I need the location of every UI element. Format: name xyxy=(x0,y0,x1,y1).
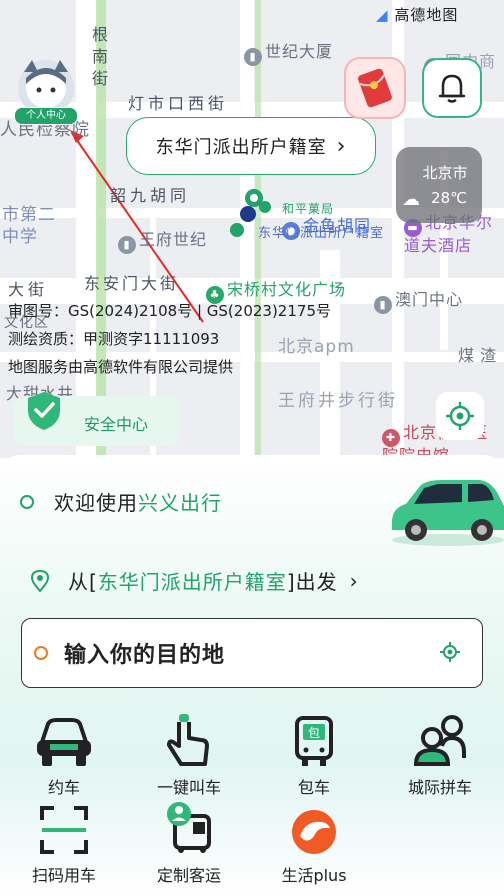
service-life-plus[interactable]: 生活plus xyxy=(264,800,364,886)
building-pin-icon: ▮ xyxy=(118,236,136,254)
custom-bus-icon xyxy=(167,802,211,853)
weather-temp: ☁ 28℃ xyxy=(402,189,467,210)
bus-icon: 包 xyxy=(295,716,333,766)
street-label: 根南街 xyxy=(92,25,109,88)
weather-city: 北京市 xyxy=(422,164,468,182)
service-label: 生活plus xyxy=(281,866,347,885)
poi-label: 东华门派出所户籍室 xyxy=(258,226,385,241)
building-pin-icon: ▮ xyxy=(374,296,392,314)
service-scan-ride[interactable]: 扫码用车 xyxy=(14,800,114,886)
location-pin-icon xyxy=(30,569,50,592)
red-envelope-icon xyxy=(358,68,392,108)
service-label: 扫码用车 xyxy=(31,866,96,885)
group-icon xyxy=(413,715,466,766)
tap-hand-icon xyxy=(167,714,209,766)
poi-label[interactable]: 北京apm xyxy=(278,332,355,357)
location-bubble[interactable]: 东华门派出所户籍室 › xyxy=(126,117,376,175)
safety-center-label: 安全中心 xyxy=(84,415,149,434)
street-label: 灯市口西街 xyxy=(128,94,229,113)
origin-place: 东华门派出所户籍室 xyxy=(97,570,287,594)
street-label: 东安门大街 xyxy=(84,274,180,293)
map-copyright-line: 审图号：GS(2024)2108号 | GS(2023)2175号 xyxy=(8,302,331,320)
service-label: 约车 xyxy=(47,778,80,797)
poi-label[interactable]: 王府井步行街 xyxy=(278,386,398,411)
red-envelope-button[interactable] xyxy=(344,57,406,119)
crosshair-icon xyxy=(446,402,474,430)
service-intercity-carpool[interactable]: 城际拼车 xyxy=(390,712,490,798)
map-logo: ◢ 高德地图 xyxy=(376,6,459,24)
service-label: 包车 xyxy=(297,778,330,797)
notification-button[interactable] xyxy=(422,58,482,118)
poi-label[interactable]: ▮ 王府世纪 xyxy=(118,226,207,254)
service-ride[interactable]: 约车 xyxy=(14,712,114,798)
svg-text:包: 包 xyxy=(308,726,320,740)
safety-center-button[interactable]: 安全中心 xyxy=(14,392,180,446)
bell-icon xyxy=(438,74,466,103)
chevron-right-icon: › xyxy=(349,568,359,593)
map-copyright-line: 测绘资质：甲测资字11111093 xyxy=(8,330,220,348)
location-bubble-label: 东华门派出所户籍室 xyxy=(155,137,327,158)
service-label: 定制客运 xyxy=(156,866,221,885)
service-custom-transit[interactable]: 定制客运 xyxy=(139,800,239,886)
dolphin-icon xyxy=(292,810,336,854)
poi-label: 煤渣 xyxy=(458,346,503,365)
poi-label[interactable]: ▮ 澳门中心 xyxy=(374,286,463,314)
destination-ring-icon xyxy=(34,646,48,660)
personal-center-badge[interactable]: 个人中心 xyxy=(14,107,78,125)
car-icon xyxy=(37,718,91,766)
destination-input[interactable]: 输入你的目的地 xyxy=(21,618,483,688)
service-label: 城际拼车 xyxy=(407,778,472,797)
map-view[interactable]: ▮世纪大厦 ▮国中商 ▮王府世纪 ●金鱼胡同 ▬北京华尔道夫酒店 ♣宋桥村文化广… xyxy=(0,0,504,458)
brand-name: 兴义出行 xyxy=(138,491,222,515)
service-one-tap-call[interactable]: 一键叫车 xyxy=(139,712,239,798)
chevron-right-icon: › xyxy=(336,133,347,159)
cloud-icon: ☁ xyxy=(402,189,420,210)
car-illustration-icon xyxy=(392,480,504,546)
status-ring-icon xyxy=(20,494,34,509)
hospital-pin-icon: ✚ xyxy=(382,429,400,447)
shield-check-icon xyxy=(28,392,60,430)
street-label: 韶九胡同 xyxy=(110,186,191,205)
building-pin-icon: ▮ xyxy=(244,48,262,66)
target-icon[interactable] xyxy=(440,642,460,662)
origin-selector[interactable]: 从[东华门派出所户籍室]出发 › xyxy=(30,566,359,595)
service-charter[interactable]: 包 包车 xyxy=(264,712,364,798)
service-label: 一键叫车 xyxy=(156,778,221,797)
poi-label: 和平菓局 xyxy=(282,202,335,216)
poi-label[interactable]: ▮ 世纪大厦 xyxy=(244,38,333,66)
destination-placeholder: 输入你的目的地 xyxy=(64,643,226,668)
map-copyright-line: 地图服务由高德软件有限公司提供 xyxy=(8,358,234,376)
street-label: 大街 xyxy=(8,280,49,299)
weather-widget[interactable]: 北京市 ☁ 28℃ xyxy=(396,147,482,223)
locate-me-button[interactable] xyxy=(436,392,484,440)
scan-icon xyxy=(40,806,88,854)
poi-label: 市第二中学 xyxy=(2,205,56,247)
welcome-line: 欢迎使用 兴义出行 xyxy=(20,487,222,516)
